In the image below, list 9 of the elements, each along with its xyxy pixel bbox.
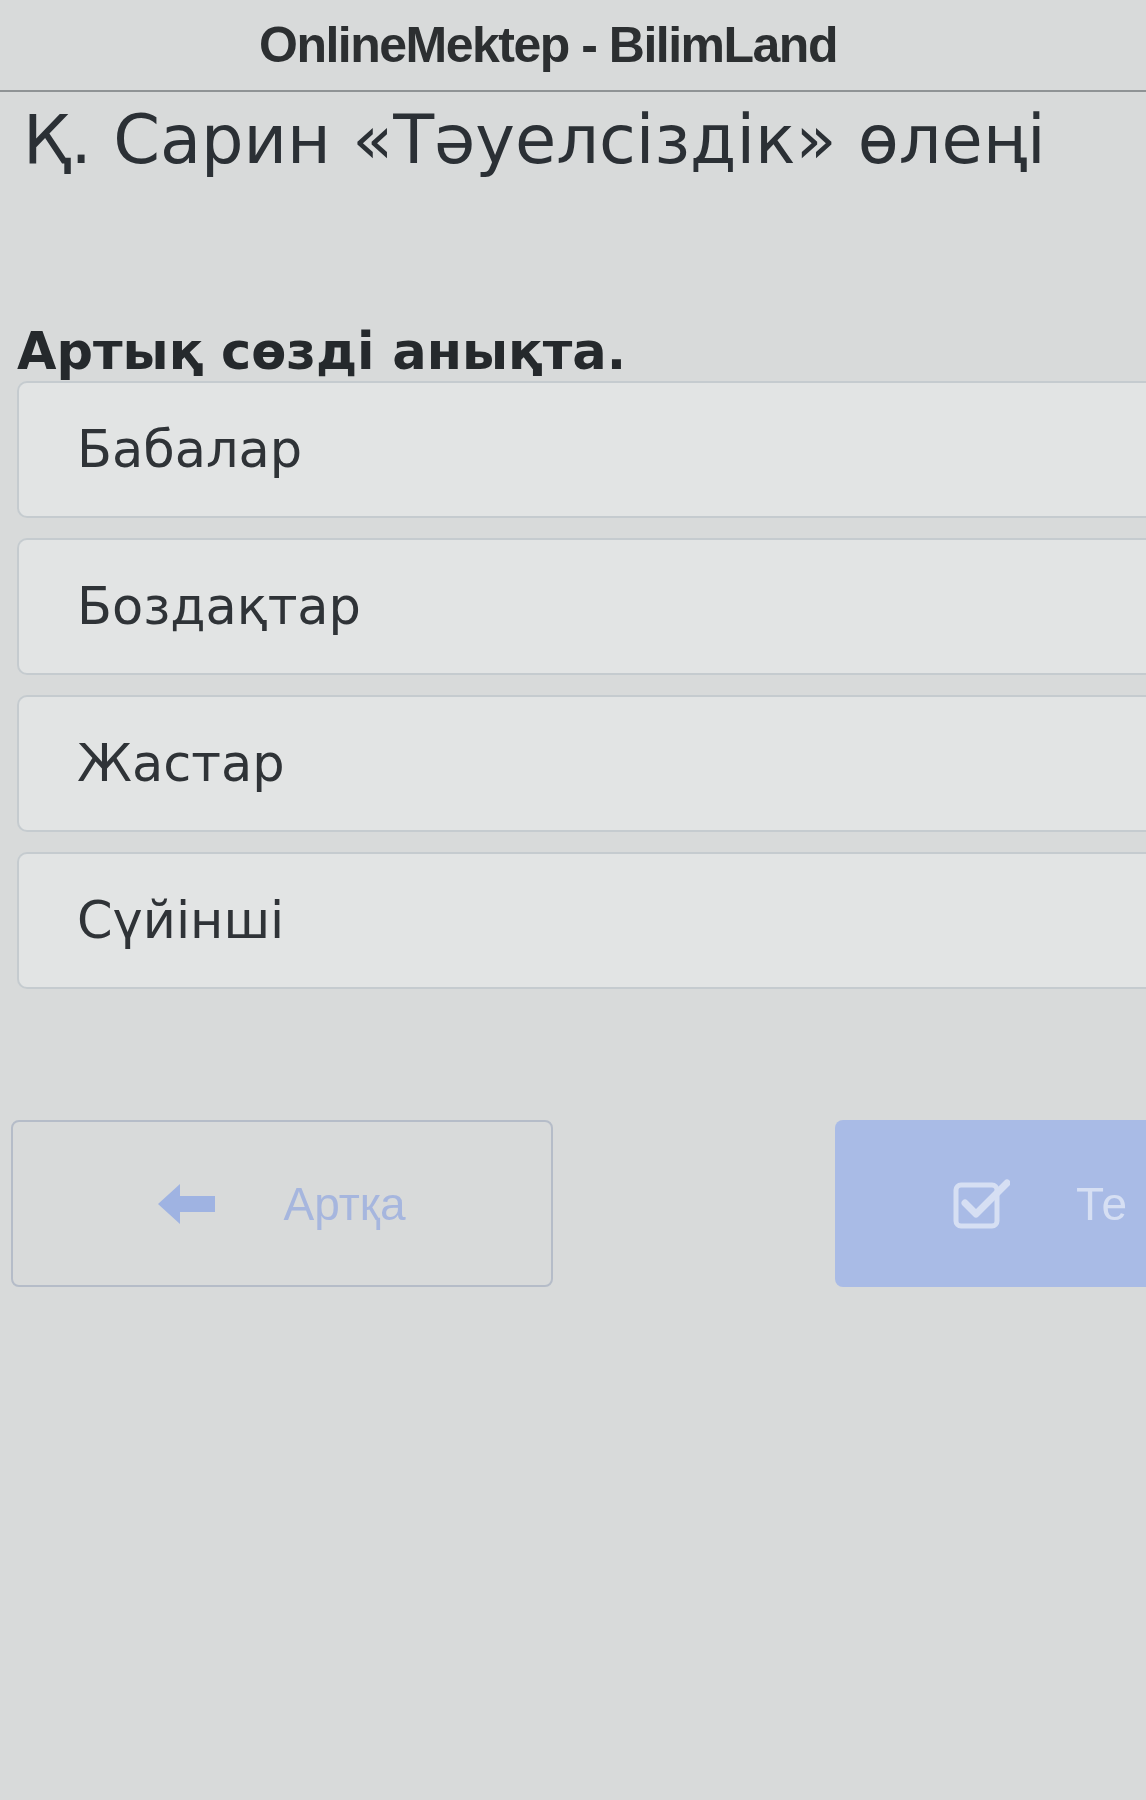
answer-option[interactable]: Сүйінші xyxy=(17,852,1146,989)
site-title: OnlineMektep - BilimLand xyxy=(259,16,837,74)
question-prompt: Артық сөзді анықта. xyxy=(16,323,628,381)
answer-option[interactable]: Бабалар xyxy=(17,381,1146,518)
checkbox-tick-icon xyxy=(953,1178,1010,1229)
answer-option[interactable]: Боздақтар xyxy=(17,538,1146,675)
arrow-left-icon xyxy=(158,1183,216,1224)
lesson-title: Қ. Сарин «Тәуелсіздік» өлеңі xyxy=(22,102,1047,178)
answer-option[interactable]: Жастар xyxy=(17,695,1146,832)
